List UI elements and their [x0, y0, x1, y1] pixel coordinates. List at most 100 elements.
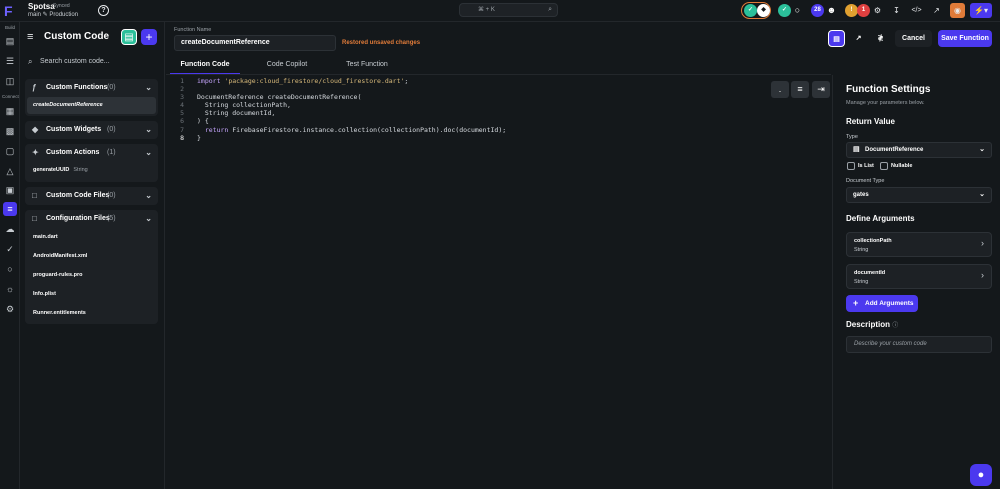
section-count: (0)	[107, 126, 116, 133]
section-header-custom-code-files[interactable]: □ Custom Code Files (0) ⌄	[25, 187, 158, 205]
cancel-button[interactable]: Cancel	[895, 30, 932, 47]
help-icon[interactable]: ?	[98, 5, 109, 16]
list-item-runner-entitlements[interactable]: Runner.entitlements	[25, 304, 158, 323]
format-align-icon[interactable]: ≡	[791, 81, 809, 98]
chevron-down-icon: ⌄	[145, 83, 152, 92]
settings-gear-icon[interactable]: ⚙	[3, 302, 17, 316]
argument-item[interactable]: documentId String ›	[846, 264, 992, 289]
code-analyzer-icon[interactable]: ▤	[828, 30, 845, 47]
return-value-heading: Return Value	[846, 117, 895, 126]
download-icon[interactable]: ↧	[889, 3, 904, 18]
save-function-button[interactable]: Save Function	[938, 30, 992, 47]
theme-icon[interactable]: ☼	[3, 282, 17, 296]
list-item-create-document-reference[interactable]: createDocumentReference	[27, 97, 156, 114]
section-configuration-files: □ Configuration Files (5) ⌄ main.dart Andro…	[25, 210, 158, 324]
app-assets-icon[interactable]: ○	[3, 262, 17, 276]
section-custom-widgets: ◆ Custom Widgets (0) ⌄	[25, 121, 158, 139]
bug-icon[interactable]: ⚙	[870, 3, 885, 18]
nullable-checkbox[interactable]	[880, 162, 888, 170]
check-circle-icon[interactable]: ✓	[778, 4, 791, 17]
code-token: String collectionPath,	[197, 101, 291, 110]
shortcut-label: ⌘ + K	[478, 7, 495, 13]
unsaved-status: Restored unsaved changes	[342, 40, 421, 46]
add-arguments-label: Add Arguments	[865, 300, 914, 307]
search-icon: ⌕	[548, 6, 552, 13]
section-header-custom-widgets[interactable]: ◆ Custom Widgets (0) ⌄	[25, 121, 158, 139]
list-item-main-dart[interactable]: main.dart	[25, 228, 158, 247]
description-label: Description	[846, 320, 891, 329]
tab-function-code[interactable]: Function Code	[170, 59, 240, 75]
is-list-checkbox[interactable]	[847, 162, 855, 170]
custom-code-search[interactable]: ⌕ Search custom code...	[26, 55, 160, 69]
files-button[interactable]: ▤	[121, 29, 137, 45]
flutter-icon[interactable]: ◆	[757, 4, 770, 17]
return-type-dropdown[interactable]: ▤ DocumentReference ⌄	[846, 142, 992, 158]
add-arguments-button[interactable]: + Add Arguments	[846, 295, 918, 312]
function-name-input[interactable]: createDocumentReference	[174, 35, 336, 51]
section-header-configuration-files[interactable]: □ Configuration Files (5) ⌄	[25, 210, 158, 228]
api-calls-icon[interactable]: △	[3, 164, 17, 178]
indent-icon[interactable]: ⇥	[812, 81, 830, 98]
widget-tree-icon[interactable]: ☰	[3, 54, 17, 68]
info-icon[interactable]: ⓘ	[892, 323, 898, 329]
code-token: ;	[404, 77, 409, 85]
description-input[interactable]: Describe your custom code	[846, 336, 992, 353]
tab-code-copilot[interactable]: Code Copilot	[256, 59, 318, 75]
argument-type: String	[854, 279, 869, 285]
section-count: (5)	[107, 215, 116, 222]
argument-item[interactable]: collectionPath String ›	[846, 232, 992, 257]
chevron-down-icon: ⌄	[145, 125, 152, 134]
widget-icon: ◆	[32, 125, 39, 134]
list-item-android-manifest[interactable]: AndroidManifest.xml	[25, 247, 158, 266]
branch-selector[interactable]: main ✎ Production	[28, 11, 78, 18]
code-token: String documentId,	[197, 109, 276, 118]
tab-divider	[166, 74, 831, 75]
code-token: }	[197, 133, 201, 142]
code-editor[interactable]: 1 import 'package:cloud_firestore/cloud_f…	[168, 77, 768, 142]
custom-code-icon[interactable]: ≡	[3, 202, 17, 216]
flutterflow-logo-icon[interactable]: F	[4, 3, 18, 19]
list-item-proguard-rules[interactable]: proguard-rules.pro	[25, 266, 158, 285]
tests-icon[interactable]: ✓	[3, 242, 17, 256]
storyboard-icon[interactable]: ◫	[3, 74, 17, 88]
tab-test-function[interactable]: Test Function	[336, 59, 398, 75]
code-line: 8}	[180, 133, 201, 142]
list-item-info-plist[interactable]: Info.plist	[25, 285, 158, 304]
code-token: return	[204, 125, 229, 134]
media-assets-icon[interactable]: ▣	[3, 183, 17, 197]
list-item-generate-uuid[interactable]: generateUUID String	[25, 162, 158, 179]
chat-support-icon[interactable]: ●	[970, 464, 992, 486]
code-view-icon[interactable]: </>	[909, 3, 924, 18]
section-count: (0)	[107, 84, 116, 91]
file-icon: □	[32, 191, 37, 200]
check-status-icon[interactable]: ✓	[744, 4, 757, 17]
data-types-icon[interactable]: ▩	[3, 124, 17, 138]
chat-bubble-icon[interactable]: ○	[791, 4, 804, 17]
cloud-functions-icon[interactable]: ☁	[3, 222, 17, 236]
return-type-value: DocumentReference	[865, 147, 924, 153]
item-name: generateUUID	[33, 167, 70, 173]
app-state-icon[interactable]: ▢	[3, 144, 17, 158]
command-search-bar[interactable]: ⌘ + K ⌕	[459, 3, 558, 17]
document-type-dropdown[interactable]: gates ⌄	[846, 187, 992, 203]
preview-eye-icon[interactable]: ◉	[950, 3, 965, 18]
vscode-icon[interactable]: ≹	[872, 30, 889, 47]
type-label: Type	[846, 134, 858, 140]
user-icon[interactable]: ☻	[825, 4, 838, 17]
firestore-icon[interactable]: ▦	[3, 104, 17, 118]
error-count[interactable]: 1	[857, 4, 870, 17]
project-name[interactable]: Spotsa	[28, 2, 55, 11]
badge-count[interactable]: 28	[811, 4, 824, 17]
section-custom-code-files: □ Custom Code Files (0) ⌄	[25, 187, 158, 205]
section-header-custom-actions[interactable]: ✦ Custom Actions (1) ⌄	[25, 144, 158, 162]
open-external-icon[interactable]: ↗	[929, 3, 944, 18]
more-options-icon[interactable]: .	[771, 81, 789, 98]
add-code-button[interactable]: +	[141, 29, 157, 45]
item-name: AndroidManifest.xml	[33, 253, 88, 259]
section-header-custom-functions[interactable]: ƒ Custom Functions (0) ⌄	[25, 79, 158, 97]
action-icon: ✦	[32, 148, 39, 157]
run-lightning-icon[interactable]: ⚡▾	[970, 3, 992, 18]
pages-icon[interactable]: ▤	[3, 34, 17, 48]
expand-icon[interactable]: ↗	[850, 30, 867, 47]
project-sync-status: Synced	[53, 3, 70, 9]
